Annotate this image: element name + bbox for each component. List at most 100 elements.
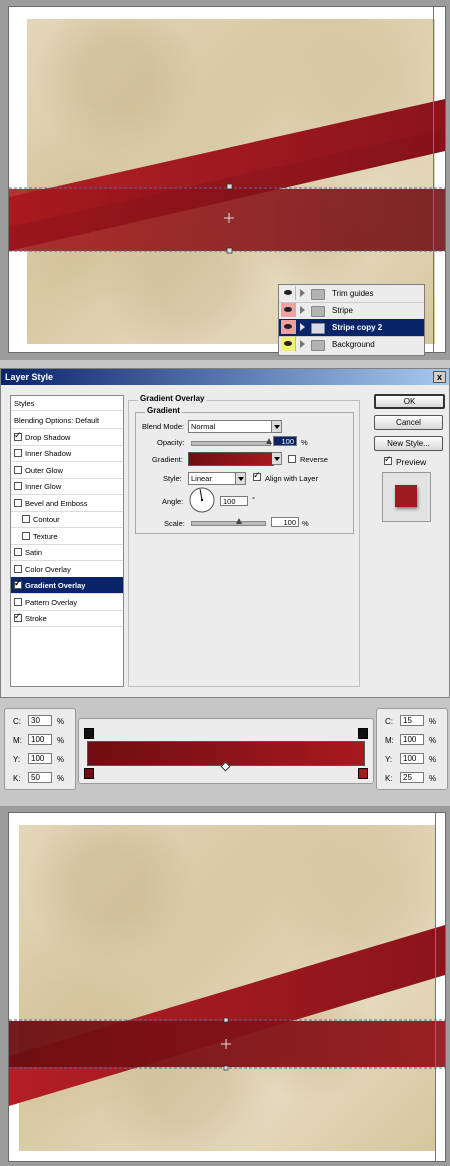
- style-item-label: Outer Glow: [25, 465, 63, 475]
- cyan-input[interactable]: 15: [400, 715, 424, 726]
- style-item-color-overlay[interactable]: Color Overlay: [11, 561, 123, 578]
- visibility-eye-icon[interactable]: [281, 320, 296, 334]
- style-checkbox[interactable]: [14, 482, 22, 490]
- transform-handle-top: [223, 1017, 229, 1023]
- magenta-input[interactable]: 100: [400, 734, 424, 745]
- close-button[interactable]: x: [433, 371, 446, 383]
- style-checkbox[interactable]: [14, 548, 22, 556]
- opacity-stop-right[interactable]: [358, 728, 368, 739]
- style-checkbox[interactable]: [22, 515, 30, 523]
- section-title: Gradient Overlay: [138, 394, 207, 403]
- layer-row-background[interactable]: Background: [279, 336, 424, 353]
- angle-input[interactable]: 100: [220, 496, 248, 506]
- style-checkbox[interactable]: [14, 597, 22, 606]
- document-canvas-bottom[interactable]: [8, 812, 446, 1162]
- folder-icon: [311, 306, 325, 317]
- align-with-layer-checkbox[interactable]: [253, 470, 261, 481]
- expand-triangle-icon[interactable]: [300, 289, 305, 297]
- style-checkbox[interactable]: [14, 578, 22, 589]
- cmyk-row-c: C: 30%: [13, 715, 65, 726]
- new-style-button[interactable]: New Style...: [374, 436, 443, 451]
- style-item-pattern-overlay[interactable]: Pattern Overlay: [11, 594, 123, 611]
- folder-icon: [311, 323, 325, 334]
- style-item-satin[interactable]: Satin: [11, 544, 123, 561]
- preview-swatch: [395, 485, 417, 507]
- styles-header[interactable]: Styles: [11, 396, 123, 411]
- gradient-picker-dropdown[interactable]: [272, 452, 282, 465]
- layer-row-stripe[interactable]: Stripe: [279, 302, 424, 320]
- cmyk-row-k: K: 50%: [13, 772, 65, 783]
- style-checkbox[interactable]: [14, 611, 22, 622]
- cmyk-row-y: Y: 100%: [13, 753, 65, 764]
- diagonal-stripe: [9, 925, 445, 1106]
- black-input[interactable]: 25: [400, 772, 424, 783]
- preview-label: Preview: [396, 457, 427, 467]
- color-stop-right[interactable]: [358, 768, 368, 779]
- cancel-button[interactable]: Cancel: [374, 415, 443, 430]
- blend-mode-label: Blend Mode:: [142, 422, 185, 431]
- style-select[interactable]: Linear: [188, 472, 246, 485]
- layer-row-stripe-copy-2[interactable]: Stripe copy 2: [279, 319, 424, 337]
- dialog-titlebar[interactable]: Layer Style x: [1, 369, 449, 385]
- ok-button[interactable]: OK: [374, 394, 445, 409]
- chevron-down-icon: [272, 453, 281, 464]
- style-item-label: Pattern Overlay: [25, 597, 78, 607]
- transform-handle-bottom: [226, 247, 233, 254]
- style-item-contour[interactable]: Contour: [11, 511, 123, 528]
- style-checkbox[interactable]: [14, 564, 22, 573]
- style-item-bevel-and-emboss[interactable]: Bevel and Emboss: [11, 495, 123, 512]
- group-title: Gradient: [145, 406, 182, 415]
- visibility-eye-icon[interactable]: [281, 286, 296, 300]
- yellow-input[interactable]: 100: [28, 753, 52, 764]
- yellow-input[interactable]: 100: [400, 753, 424, 764]
- expand-triangle-icon[interactable]: [300, 306, 305, 314]
- expand-triangle-icon[interactable]: [300, 340, 305, 348]
- layers-panel: Trim guides Stripe Stripe copy 2 Backgro…: [278, 284, 425, 356]
- expand-triangle-icon[interactable]: [300, 323, 305, 331]
- style-checkbox[interactable]: [14, 465, 22, 474]
- style-checkbox[interactable]: [22, 531, 30, 540]
- cmyk-row-m: M: 100%: [385, 734, 437, 745]
- gradient-label: Gradient:: [152, 455, 183, 464]
- style-checkbox[interactable]: [14, 449, 22, 457]
- style-item-inner-glow[interactable]: Inner Glow: [11, 478, 123, 495]
- preview-thumbnail: [382, 472, 431, 522]
- style-item-outer-glow[interactable]: Outer Glow: [11, 462, 123, 479]
- style-item-label: Bevel and Emboss: [25, 498, 88, 508]
- opacity-slider-handle[interactable]: [266, 438, 272, 444]
- gradient-editor: [78, 718, 374, 784]
- preview-checkbox[interactable]: [384, 454, 392, 465]
- reverse-checkbox[interactable]: [288, 455, 296, 463]
- layer-row-trim-guides[interactable]: Trim guides: [279, 285, 424, 303]
- cyan-input[interactable]: 30: [28, 715, 52, 726]
- color-stop-left[interactable]: [84, 768, 94, 779]
- scale-slider[interactable]: [191, 521, 266, 526]
- gradient-swatch[interactable]: [188, 452, 274, 466]
- style-item-blending-options-default[interactable]: Blending Options: Default: [11, 412, 123, 429]
- opacity-slider[interactable]: [191, 441, 271, 446]
- blend-mode-select[interactable]: Normal: [188, 420, 282, 433]
- scale-percent: %: [302, 519, 309, 528]
- magenta-input[interactable]: 100: [28, 734, 52, 745]
- folder-icon: [311, 340, 325, 351]
- style-checkbox[interactable]: [14, 498, 22, 507]
- style-item-inner-shadow[interactable]: Inner Shadow: [11, 445, 123, 462]
- style-checkbox[interactable]: [14, 430, 22, 441]
- style-item-stroke[interactable]: Stroke: [11, 610, 123, 627]
- scale-label: Scale:: [164, 519, 185, 528]
- style-item-drop-shadow[interactable]: Drop Shadow: [11, 429, 123, 446]
- opacity-stop-left[interactable]: [84, 728, 94, 739]
- opacity-input[interactable]: 100: [273, 436, 297, 446]
- cmyk-row-y: Y: 100%: [385, 753, 437, 764]
- layer-name: Background: [332, 340, 375, 349]
- style-item-texture[interactable]: Texture: [11, 528, 123, 545]
- scale-slider-handle[interactable]: [236, 518, 243, 524]
- visibility-eye-icon[interactable]: [281, 337, 296, 351]
- angle-dial[interactable]: [188, 486, 216, 514]
- visibility-eye-icon[interactable]: [281, 303, 296, 317]
- black-input[interactable]: 50: [28, 772, 52, 783]
- styles-list: Styles Blending Options: Default Drop Sha…: [10, 395, 124, 687]
- style-item-label: Satin: [25, 548, 43, 557]
- scale-input[interactable]: 100: [271, 517, 299, 527]
- style-item-gradient-overlay[interactable]: Gradient Overlay: [11, 577, 123, 594]
